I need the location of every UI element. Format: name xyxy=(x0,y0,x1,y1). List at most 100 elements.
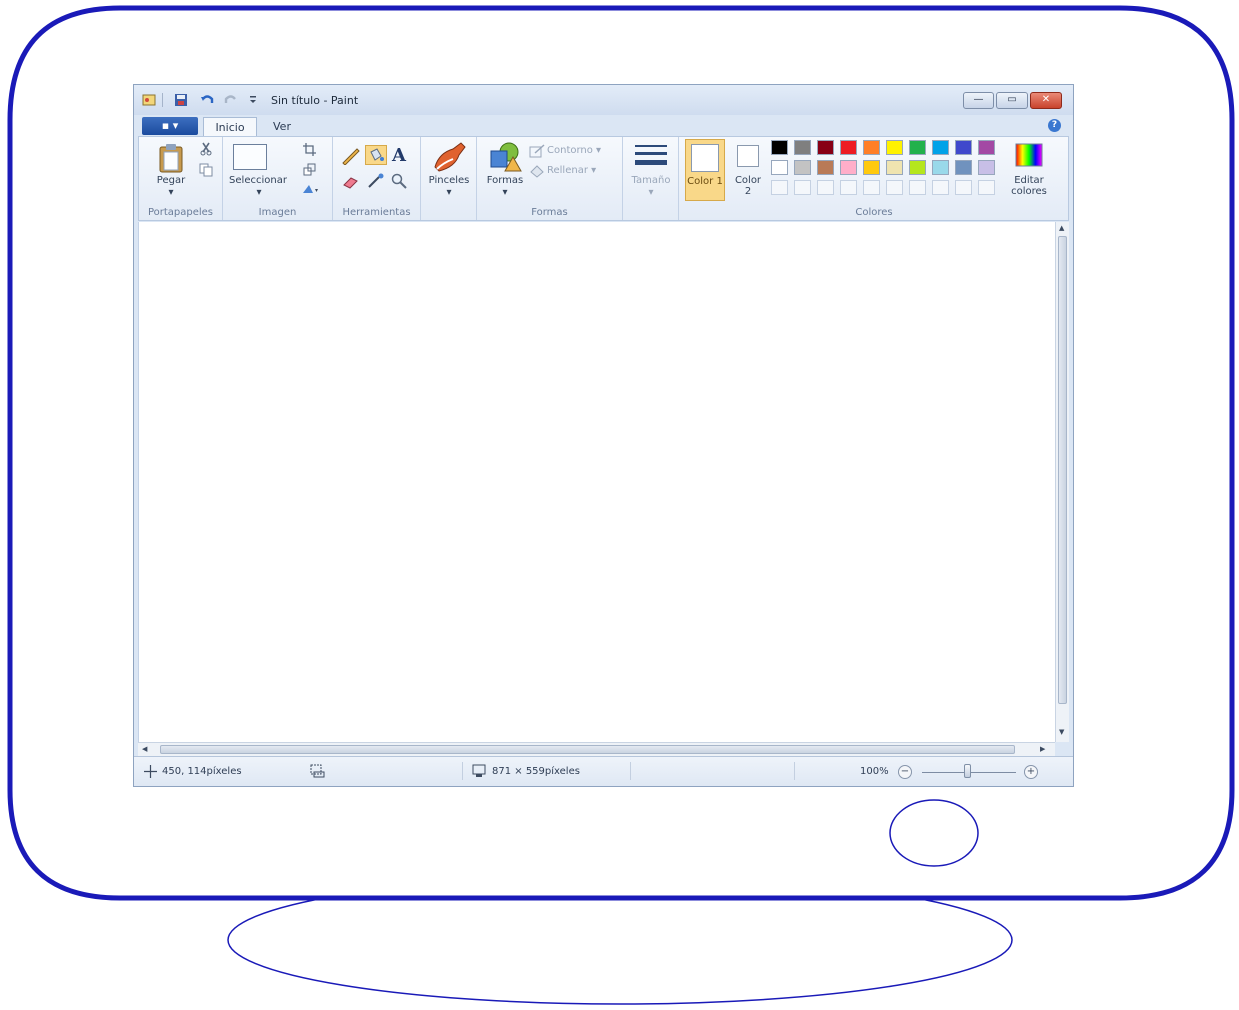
rotate-icon[interactable] xyxy=(301,183,319,195)
color-swatch[interactable] xyxy=(955,160,972,175)
paint-window: Sin título - Paint — ▭ ✕ ▪ ▾ Inicio Ver … xyxy=(133,84,1074,787)
group-label-herramientas: Herramientas xyxy=(342,207,411,218)
color-swatch[interactable] xyxy=(978,160,995,175)
shapes-dropdown-icon[interactable]: ▾ xyxy=(499,187,511,198)
zoom-out-button[interactable]: − xyxy=(898,765,912,779)
color-swatch[interactable] xyxy=(955,140,972,155)
brushes-button[interactable]: Pinceles xyxy=(423,175,475,186)
tab-inicio[interactable]: Inicio xyxy=(203,117,257,137)
vertical-scroll-thumb[interactable] xyxy=(1058,236,1067,704)
zoom-in-button[interactable]: + xyxy=(1024,765,1038,779)
fill-icon[interactable] xyxy=(529,164,545,178)
tab-ver[interactable]: Ver xyxy=(262,117,302,137)
color-swatch[interactable] xyxy=(817,140,834,155)
scroll-up-icon[interactable]: ▲ xyxy=(1059,224,1064,232)
cut-icon[interactable] xyxy=(199,142,213,156)
power-button[interactable] xyxy=(889,799,979,867)
color1-button[interactable]: Color 1 xyxy=(685,139,725,201)
customize-qa-icon[interactable] xyxy=(246,93,260,107)
color-swatch[interactable] xyxy=(771,140,788,155)
brushes-dropdown-icon[interactable]: ▾ xyxy=(443,187,455,198)
color-swatch[interactable] xyxy=(771,160,788,175)
outline-label: Contorno xyxy=(547,145,593,156)
color-swatch[interactable] xyxy=(863,160,880,175)
crop-icon[interactable] xyxy=(303,143,316,156)
color-swatch[interactable] xyxy=(932,140,949,155)
group-colores: Color 1 Color 2 Editar colores Colores xyxy=(679,137,1069,220)
outline-button[interactable]: Contorno ▾ xyxy=(547,145,617,156)
paste-button[interactable]: Pegar xyxy=(151,175,191,186)
custom-color-slot[interactable] xyxy=(840,180,857,195)
size-dropdown-icon[interactable]: ▾ xyxy=(645,187,657,198)
minimize-button[interactable]: — xyxy=(963,92,994,109)
shapes-button[interactable]: Formas xyxy=(481,175,529,186)
undo-icon[interactable] xyxy=(200,93,214,107)
custom-color-slot[interactable] xyxy=(886,180,903,195)
paint-app-icon[interactable] xyxy=(142,93,156,107)
eraser-icon[interactable] xyxy=(341,175,361,189)
color-swatch[interactable] xyxy=(886,140,903,155)
color-swatch[interactable] xyxy=(794,140,811,155)
size-icon[interactable] xyxy=(633,143,669,169)
color-swatch[interactable] xyxy=(932,160,949,175)
save-icon[interactable] xyxy=(174,93,188,107)
brushes-icon[interactable] xyxy=(431,141,467,173)
custom-color-slot[interactable] xyxy=(771,180,788,195)
color-swatch[interactable] xyxy=(909,140,926,155)
color2-button[interactable]: Color 2 xyxy=(731,139,767,201)
text-tool-icon[interactable]: A xyxy=(389,145,409,166)
horizontal-scroll-thumb[interactable] xyxy=(160,745,1015,754)
select-icon[interactable] xyxy=(233,144,267,170)
custom-color-slot[interactable] xyxy=(932,180,949,195)
close-button[interactable]: ✕ xyxy=(1030,92,1062,109)
vertical-scrollbar[interactable]: ▲ ▼ xyxy=(1055,222,1069,742)
color-swatch[interactable] xyxy=(978,140,995,155)
custom-color-slot[interactable] xyxy=(909,180,926,195)
color2-label: Color 2 xyxy=(734,175,762,197)
scroll-left-icon[interactable]: ◀ xyxy=(142,745,147,753)
fill-button[interactable]: Rellenar ▾ xyxy=(547,165,617,176)
outline-icon[interactable] xyxy=(529,144,545,158)
color-swatch[interactable] xyxy=(817,160,834,175)
select-dropdown-icon[interactable]: ▾ xyxy=(253,187,265,198)
zoom-slider-thumb[interactable] xyxy=(964,764,971,778)
status-separator xyxy=(794,762,795,780)
help-icon[interactable]: ? xyxy=(1048,119,1061,132)
fill-tool-selected[interactable] xyxy=(365,145,387,165)
scroll-down-icon[interactable]: ▼ xyxy=(1059,728,1064,736)
color-palette xyxy=(771,140,1003,202)
custom-color-slot[interactable] xyxy=(978,180,995,195)
maximize-button[interactable]: ▭ xyxy=(996,92,1028,109)
shapes-icon[interactable] xyxy=(487,141,523,173)
color-swatch[interactable] xyxy=(863,140,880,155)
redo-icon[interactable] xyxy=(224,93,238,107)
drawing-canvas[interactable] xyxy=(138,222,1055,742)
edit-colors-icon xyxy=(1015,143,1043,167)
color-swatch[interactable] xyxy=(794,160,811,175)
zoom-level: 100% xyxy=(860,766,889,777)
color-swatch[interactable] xyxy=(886,160,903,175)
color-picker-icon[interactable] xyxy=(367,173,385,189)
scroll-right-icon[interactable]: ▶ xyxy=(1040,745,1045,753)
resize-icon[interactable] xyxy=(303,163,316,176)
magnifier-icon[interactable] xyxy=(391,173,407,189)
copy-icon[interactable] xyxy=(199,163,213,177)
horizontal-scrollbar[interactable]: ◀ ▶ xyxy=(138,742,1055,756)
select-button[interactable]: Seleccionar xyxy=(225,175,291,186)
custom-color-slot[interactable] xyxy=(794,180,811,195)
color-swatch[interactable] xyxy=(840,140,857,155)
edit-colors-button[interactable]: Editar colores xyxy=(1005,139,1053,201)
pencil-icon[interactable] xyxy=(341,147,361,165)
custom-color-slot[interactable] xyxy=(863,180,880,195)
custom-color-slot[interactable] xyxy=(817,180,834,195)
group-label-colores: Colores xyxy=(855,207,893,218)
color-swatch[interactable] xyxy=(909,160,926,175)
size-button[interactable]: Tamaño xyxy=(625,175,677,186)
paste-icon[interactable] xyxy=(157,143,185,173)
color1-label: Color 1 xyxy=(687,176,723,187)
color-swatch[interactable] xyxy=(840,160,857,175)
custom-color-slot[interactable] xyxy=(955,180,972,195)
group-portapapeles: Pegar ▾ Portapapeles xyxy=(139,137,223,220)
paste-dropdown-icon[interactable]: ▾ xyxy=(165,187,177,198)
file-menu-button[interactable]: ▪ ▾ xyxy=(142,117,198,135)
